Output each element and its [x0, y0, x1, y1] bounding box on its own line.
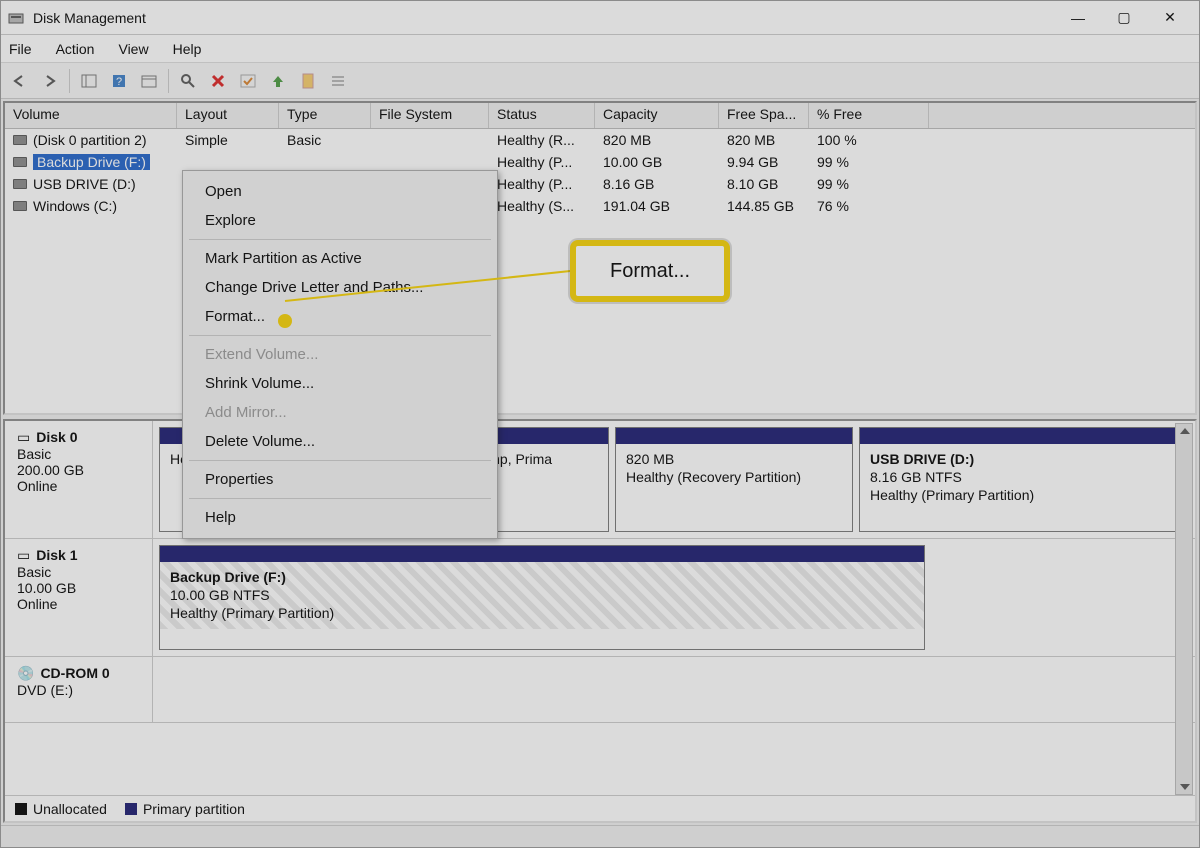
- col-status[interactable]: Status: [489, 103, 595, 128]
- col-filesystem[interactable]: File System: [371, 103, 489, 128]
- col-freespace[interactable]: Free Spa...: [719, 103, 809, 128]
- disk-label: ▭Disk 1Basic10.00 GBOnline: [5, 539, 153, 656]
- tool-list-icon[interactable]: [325, 68, 351, 94]
- callout-dot: [278, 314, 292, 328]
- ctx-properties[interactable]: Properties: [183, 465, 497, 494]
- window-title: Disk Management: [33, 10, 146, 26]
- col-pctfree[interactable]: % Free: [809, 103, 929, 128]
- menu-view[interactable]: View: [118, 41, 148, 57]
- partition[interactable]: USB DRIVE (D:)8.16 GB NTFSHealthy (Prima…: [859, 427, 1189, 532]
- tool-view-pane-icon[interactable]: [76, 68, 102, 94]
- legend-unallocated-swatch: [15, 803, 27, 815]
- tool-properties-icon[interactable]: [295, 68, 321, 94]
- volume-list-header: Volume Layout Type File System Status Ca…: [5, 103, 1195, 129]
- partition[interactable]: 820 MBHealthy (Recovery Partition): [615, 427, 853, 532]
- col-volume[interactable]: Volume: [5, 103, 177, 128]
- tool-calendar-icon[interactable]: [136, 68, 162, 94]
- ctx-add-mirror: Add Mirror...: [183, 398, 497, 427]
- tool-delete-icon[interactable]: [205, 68, 231, 94]
- callout-label: Format...: [610, 260, 690, 283]
- ctx-extend: Extend Volume...: [183, 340, 497, 369]
- tool-help-icon[interactable]: ?: [106, 68, 132, 94]
- drive-icon: [13, 157, 27, 167]
- disk-label: ▭Disk 0Basic200.00 GBOnline: [5, 421, 153, 538]
- callout-format: Format...: [570, 240, 730, 302]
- tool-check-icon[interactable]: [235, 68, 261, 94]
- partition[interactable]: Backup Drive (F:)10.00 GB NTFSHealthy (P…: [159, 545, 925, 650]
- content-area: Volume Layout Type File System Status Ca…: [1, 99, 1199, 825]
- context-menu: Open Explore Mark Partition as Active Ch…: [182, 170, 498, 539]
- legend-primary-swatch: [125, 803, 137, 815]
- forward-button[interactable]: [37, 68, 63, 94]
- col-type[interactable]: Type: [279, 103, 371, 128]
- disk-row: ▭Disk 1Basic10.00 GBOnlineBackup Drive (…: [5, 539, 1195, 657]
- tool-search-icon[interactable]: [175, 68, 201, 94]
- ctx-help[interactable]: Help: [183, 503, 497, 532]
- maximize-button[interactable]: ▢: [1101, 2, 1147, 34]
- ctx-explore[interactable]: Explore: [183, 206, 497, 235]
- toolbar: ?: [1, 63, 1199, 99]
- ctx-open[interactable]: Open: [183, 177, 497, 206]
- minimize-button[interactable]: ―: [1055, 2, 1101, 34]
- ctx-delete[interactable]: Delete Volume...: [183, 427, 497, 456]
- legend-primary-label: Primary partition: [143, 801, 245, 817]
- ctx-shrink[interactable]: Shrink Volume...: [183, 369, 497, 398]
- drive-icon: [13, 135, 27, 145]
- ctx-change-letter[interactable]: Change Drive Letter and Paths...: [183, 273, 497, 302]
- drive-icon: [13, 201, 27, 211]
- tool-up-icon[interactable]: [265, 68, 291, 94]
- table-row[interactable]: (Disk 0 partition 2)SimpleBasicHealthy (…: [5, 129, 1195, 151]
- back-button[interactable]: [7, 68, 33, 94]
- statusbar: [1, 825, 1199, 847]
- disk-label: 💿CD-ROM 0DVD (E:): [5, 657, 153, 722]
- col-layout[interactable]: Layout: [177, 103, 279, 128]
- close-button[interactable]: ✕: [1147, 2, 1193, 34]
- disk-mgmt-icon: [7, 9, 25, 27]
- legend: Unallocated Primary partition: [5, 795, 1195, 821]
- menu-help[interactable]: Help: [173, 41, 202, 57]
- ctx-format[interactable]: Format...: [183, 302, 497, 331]
- app-window: Disk Management ― ▢ ✕ File Action View H…: [0, 0, 1200, 848]
- titlebar: Disk Management ― ▢ ✕: [1, 1, 1199, 35]
- menu-action[interactable]: Action: [56, 41, 95, 57]
- menubar: File Action View Help: [1, 35, 1199, 63]
- col-capacity[interactable]: Capacity: [595, 103, 719, 128]
- scrollbar-vertical[interactable]: [1175, 423, 1193, 795]
- drive-icon: [13, 179, 27, 189]
- ctx-mark-active[interactable]: Mark Partition as Active: [183, 244, 497, 273]
- disk-row: 💿CD-ROM 0DVD (E:): [5, 657, 1195, 723]
- menu-file[interactable]: File: [9, 41, 32, 57]
- svg-text:?: ?: [116, 76, 122, 88]
- legend-unallocated-label: Unallocated: [33, 801, 107, 817]
